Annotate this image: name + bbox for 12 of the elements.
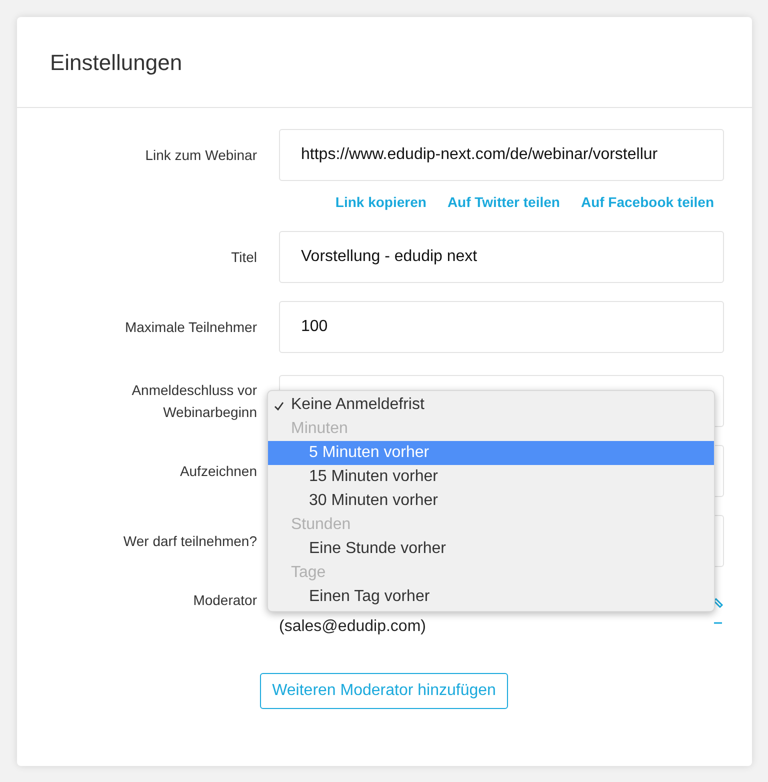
group-header: Tage	[290, 563, 327, 583]
field-label: Anmeldeschluss vor Webinarbeginn	[130, 381, 257, 422]
moderator-email: (sales@edudip.com)	[279, 617, 426, 637]
section-title: Einstellungen	[50, 48, 182, 77]
field-label: Link zum Webinar	[145, 146, 257, 165]
field-label: Moderator	[193, 591, 257, 610]
field-label: Titel	[231, 248, 257, 267]
field-label: Maximale Teilnehmer	[124, 318, 257, 337]
group-header: Minuten	[290, 419, 349, 439]
field-label: Aufzeichnen	[180, 462, 257, 481]
field-label: Wer darf teilnehmen?	[123, 532, 257, 551]
group-header: Stunden	[290, 515, 352, 535]
